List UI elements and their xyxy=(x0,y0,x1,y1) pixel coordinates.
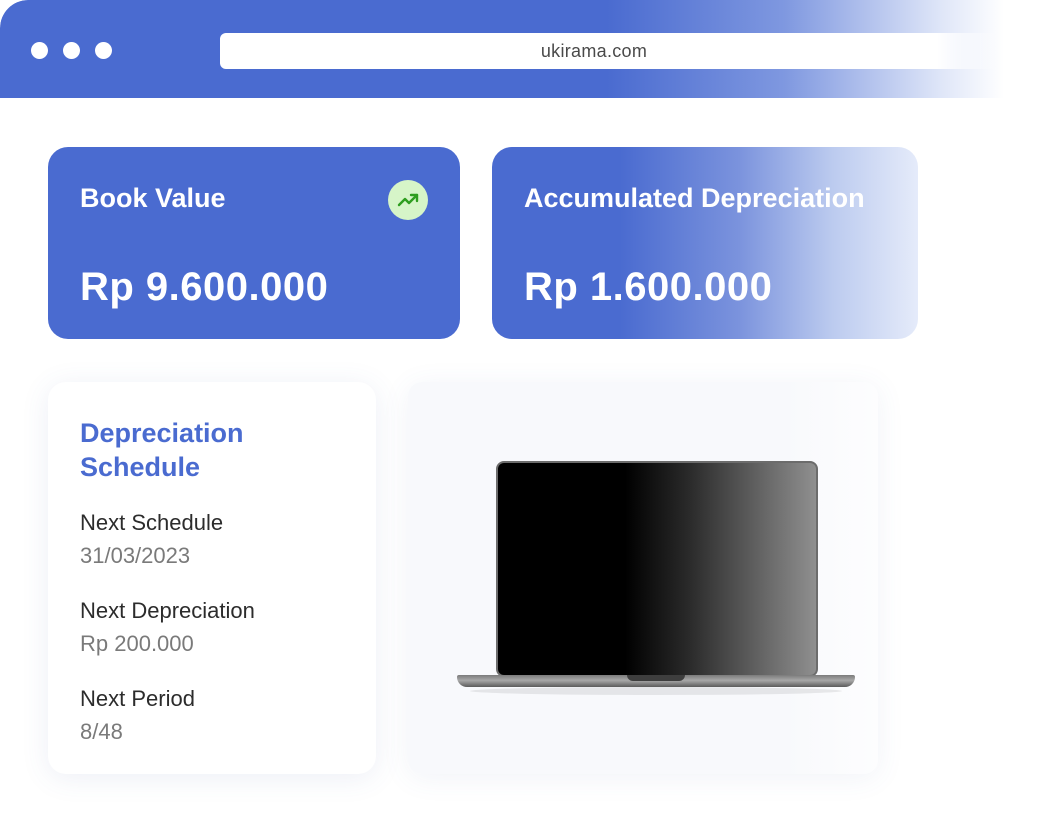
next-period-label: Next Period xyxy=(80,686,195,711)
window-control-dot[interactable] xyxy=(63,42,80,59)
laptop-notch xyxy=(627,675,685,681)
schedule-title: Depreciation Schedule xyxy=(80,418,244,482)
laptop-image xyxy=(496,461,818,677)
trending-up-icon xyxy=(388,180,428,220)
accumulated-depreciation-title: Accumulated Depreciation xyxy=(524,183,865,213)
book-value-amount: Rp 9.600.000 xyxy=(80,265,329,309)
depreciation-schedule-panel: Depreciation Schedule Next Schedule 31/0… xyxy=(48,382,376,774)
accumulated-depreciation-card: Accumulated Depreciation Rp 1.600.000 xyxy=(492,147,918,339)
browser-window: ukirama.com Book Value Rp 9.600.000 Accu… xyxy=(0,0,1046,813)
laptop-shadow xyxy=(470,687,842,695)
next-schedule-label: Next Schedule xyxy=(80,510,224,535)
book-value-title: Book Value xyxy=(80,183,226,213)
next-schedule-value: 31/03/2023 xyxy=(80,543,191,568)
window-control-dot[interactable] xyxy=(31,42,48,59)
next-depreciation-label: Next Depreciation xyxy=(80,598,255,623)
next-depreciation-value: Rp 200.000 xyxy=(80,631,194,656)
browser-title-bar: ukirama.com xyxy=(0,0,1046,98)
window-control-dot[interactable] xyxy=(95,42,112,59)
next-period-value: 8/48 xyxy=(80,719,123,744)
url-text: ukirama.com xyxy=(540,40,648,61)
address-bar[interactable]: ukirama.com xyxy=(220,33,1000,69)
book-value-card: Book Value Rp 9.600.000 xyxy=(48,147,460,339)
accumulated-depreciation-amount: Rp 1.600.000 xyxy=(524,265,773,309)
